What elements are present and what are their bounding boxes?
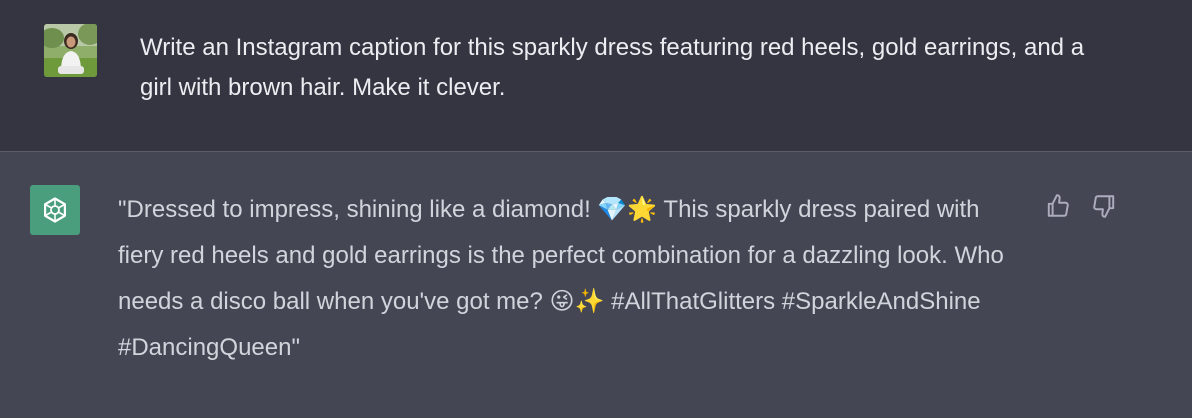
user-message-row: Write an Instagram caption for this spar… (0, 0, 1192, 152)
user-avatar (44, 24, 97, 77)
assistant-message-row: "Dressed to impress, shining like a diam… (0, 152, 1192, 418)
feedback-buttons (1044, 192, 1118, 220)
user-message-text: Write an Instagram caption for this spar… (140, 34, 1085, 101)
user-photo-avatar-icon (44, 24, 97, 77)
assistant-message-text: "Dressed to impress, shining like a diam… (118, 196, 1004, 361)
openai-logo-icon (44, 197, 66, 223)
thumbs-down-button[interactable] (1090, 192, 1118, 220)
thumbs-up-button[interactable] (1044, 192, 1072, 220)
thumbs-down-icon (1093, 195, 1115, 218)
thumbs-up-icon (1047, 194, 1069, 217)
assistant-avatar (30, 185, 80, 235)
